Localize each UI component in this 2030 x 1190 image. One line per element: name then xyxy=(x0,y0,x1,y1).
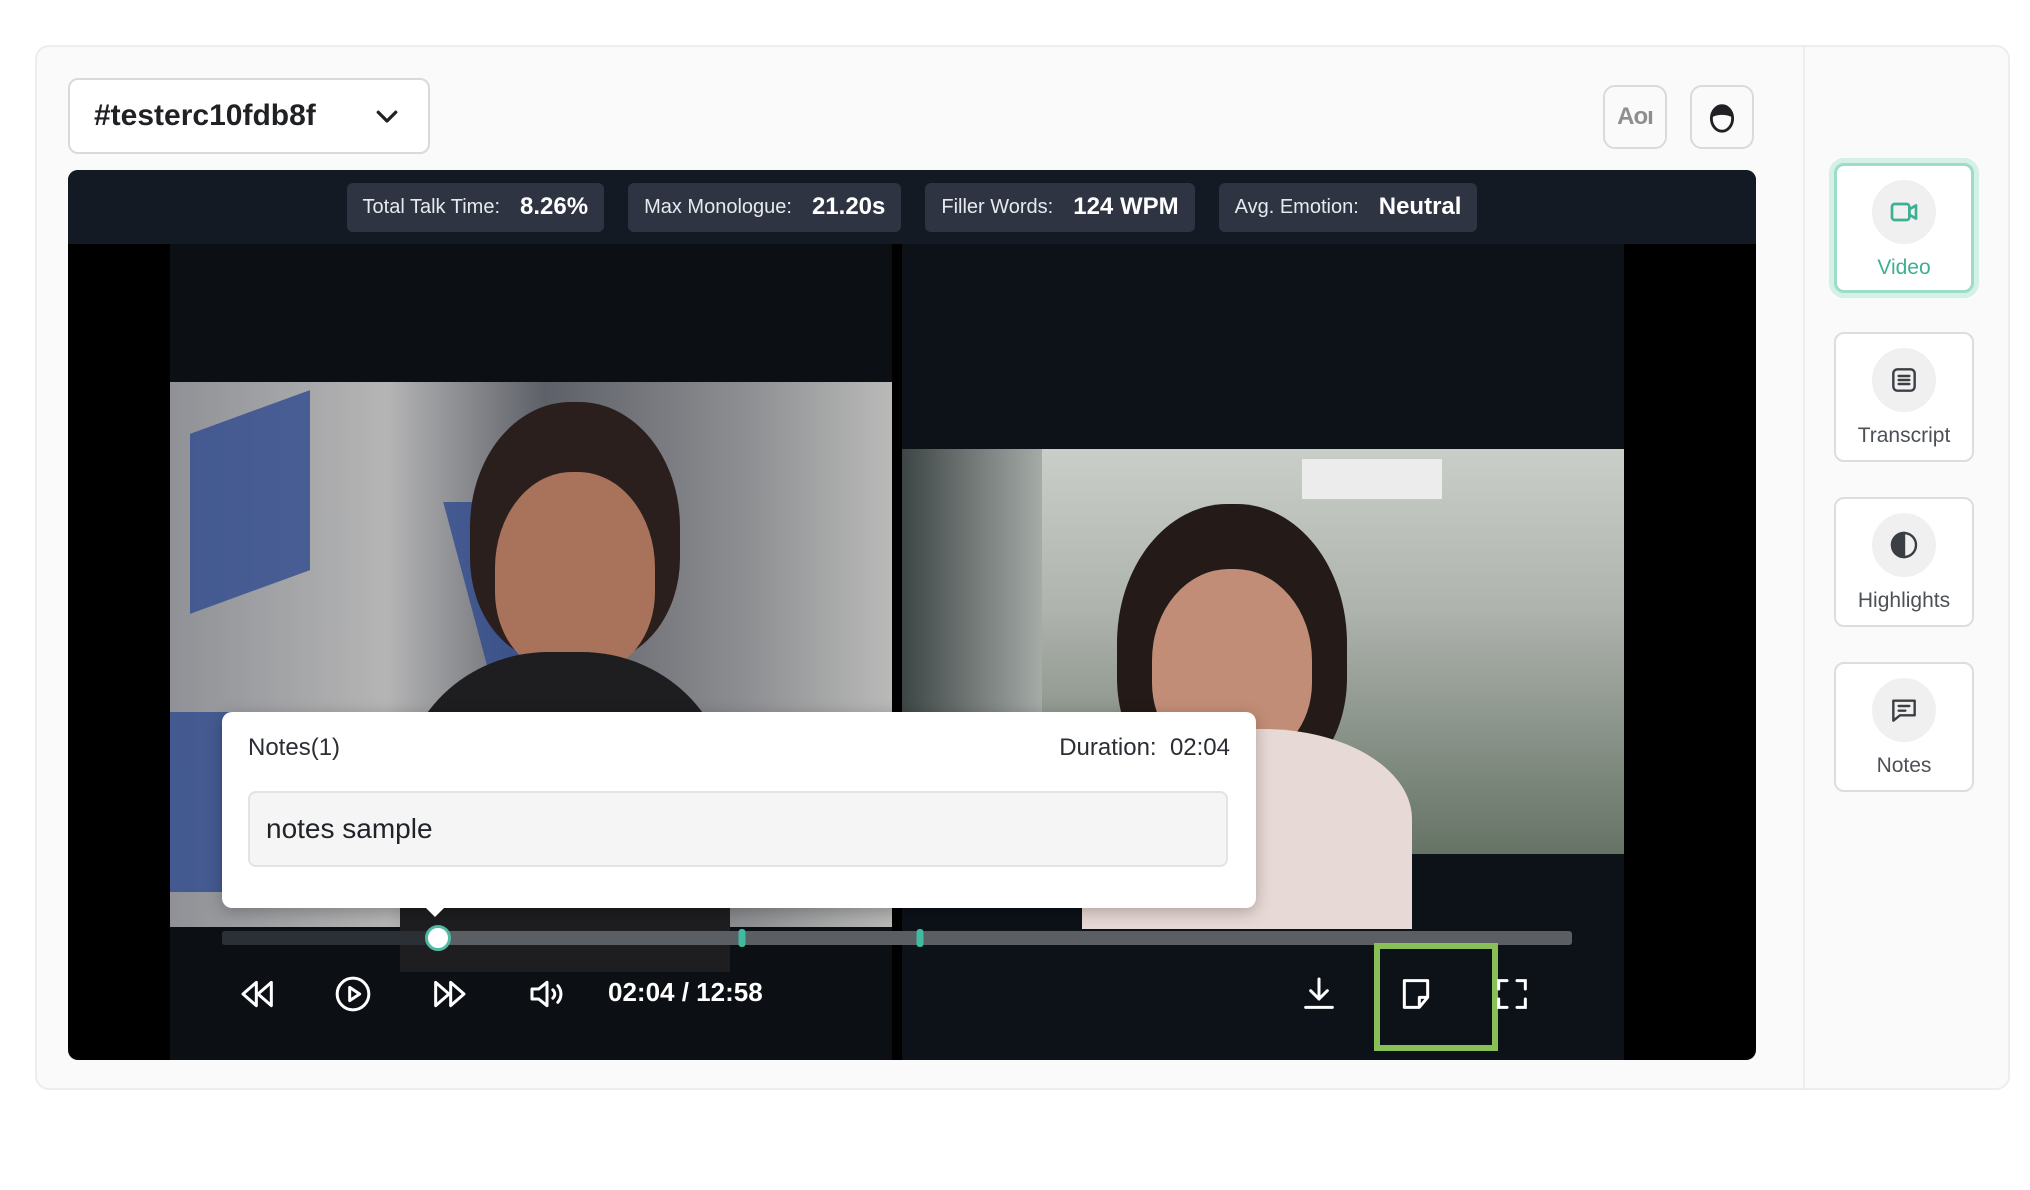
notes-icon xyxy=(1892,699,1916,722)
stats-bar: Total Talk Time: 8.26% Max Monologue: 21… xyxy=(68,170,1756,244)
duration-label: Duration: xyxy=(1059,734,1157,761)
stat-max-monologue: Max Monologue: 21.20s xyxy=(628,182,902,232)
sidebar-item-label: Video xyxy=(1877,256,1931,279)
stat-value: 8.26% xyxy=(520,193,589,220)
progress-bar[interactable] xyxy=(222,925,1572,951)
stat-value: 21.20s xyxy=(811,193,886,220)
forward-icon xyxy=(434,980,466,1008)
rewind-icon xyxy=(241,980,273,1008)
time-display: 02:04 / 12:58 xyxy=(608,977,763,1007)
sidebar-item-label: Transcript xyxy=(1857,424,1951,447)
sidebar-item-label: Highlights xyxy=(1857,589,1951,612)
ceiling-vent xyxy=(1302,459,1442,499)
notes-header: Notes(1) Duration: 02:04 xyxy=(248,734,1230,762)
aoi-button[interactable]: Aoı xyxy=(1603,85,1667,149)
sidebar-item-notes[interactable]: Notes xyxy=(1834,662,1974,792)
chevron-down-icon xyxy=(376,110,398,123)
note-marker[interactable] xyxy=(916,929,924,947)
sidebar-item-transcript[interactable]: Transcript xyxy=(1834,332,1974,462)
session-selector-value: #testerc10fdb8f xyxy=(94,99,316,132)
progress-thumb[interactable] xyxy=(425,925,451,951)
stat-value: 124 WPM xyxy=(1073,193,1179,220)
sidebar-item-highlights[interactable]: Highlights xyxy=(1834,497,1974,627)
note-entry[interactable]: notes sample xyxy=(248,791,1228,867)
eye-tracking-button[interactable] xyxy=(1690,85,1754,149)
person-face xyxy=(495,472,655,672)
download-icon xyxy=(1304,977,1334,1009)
download-button[interactable] xyxy=(1291,966,1347,1022)
video-player: Total Talk Time: 8.26% Max Monologue: 21… xyxy=(68,170,1756,1060)
sidebar-item-label: Notes xyxy=(1876,754,1932,777)
wall-panel xyxy=(190,390,310,614)
side-icon-wrap xyxy=(1872,348,1936,412)
play-button[interactable] xyxy=(325,966,381,1022)
head-icon xyxy=(1709,104,1735,133)
play-icon xyxy=(335,976,371,1012)
sidebar-item-video[interactable]: Video xyxy=(1834,163,1974,293)
stat-label: Avg. Emotion: xyxy=(1234,195,1359,218)
volume-button[interactable] xyxy=(519,966,575,1022)
rewind-button[interactable] xyxy=(230,966,286,1022)
notes-popover-caret xyxy=(423,905,447,917)
video-icon xyxy=(1890,202,1918,222)
notes-popover: Notes(1) Duration: 02:04 notes sample xyxy=(222,712,1256,908)
highlights-icon xyxy=(1890,531,1918,559)
stat-label: Filler Words: xyxy=(941,195,1054,218)
notes-duration: Duration: 02:04 xyxy=(1059,734,1230,762)
highlighted-note-button-outline xyxy=(1374,943,1498,1051)
transcript-icon xyxy=(1892,368,1916,392)
forward-button[interactable] xyxy=(421,966,477,1022)
volume-icon xyxy=(530,980,563,1008)
stat-label: Max Monologue: xyxy=(644,195,792,218)
aoi-label: Aoı xyxy=(1617,103,1654,130)
stat-avg-emotion: Avg. Emotion: Neutral xyxy=(1218,182,1478,232)
fullscreen-button[interactable] xyxy=(1484,966,1540,1022)
side-icon-wrap xyxy=(1872,678,1936,742)
side-icon-wrap xyxy=(1872,513,1936,577)
progress-fill xyxy=(222,931,438,945)
notes-title: Notes(1) xyxy=(248,734,341,761)
duration-value: 02:04 xyxy=(1169,734,1230,761)
stat-value: Neutral xyxy=(1378,193,1462,220)
stat-total-talk-time: Total Talk Time: 8.26% xyxy=(346,182,605,232)
stat-label: Total Talk Time: xyxy=(362,195,501,218)
note-marker[interactable] xyxy=(738,929,746,947)
rail-divider xyxy=(1803,45,1805,1090)
session-selector[interactable]: #testerc10fdb8f xyxy=(68,78,430,154)
side-icon-wrap xyxy=(1872,180,1936,244)
stat-filler-words: Filler Words: 124 WPM xyxy=(925,182,1195,232)
fullscreen-icon xyxy=(1497,979,1527,1009)
